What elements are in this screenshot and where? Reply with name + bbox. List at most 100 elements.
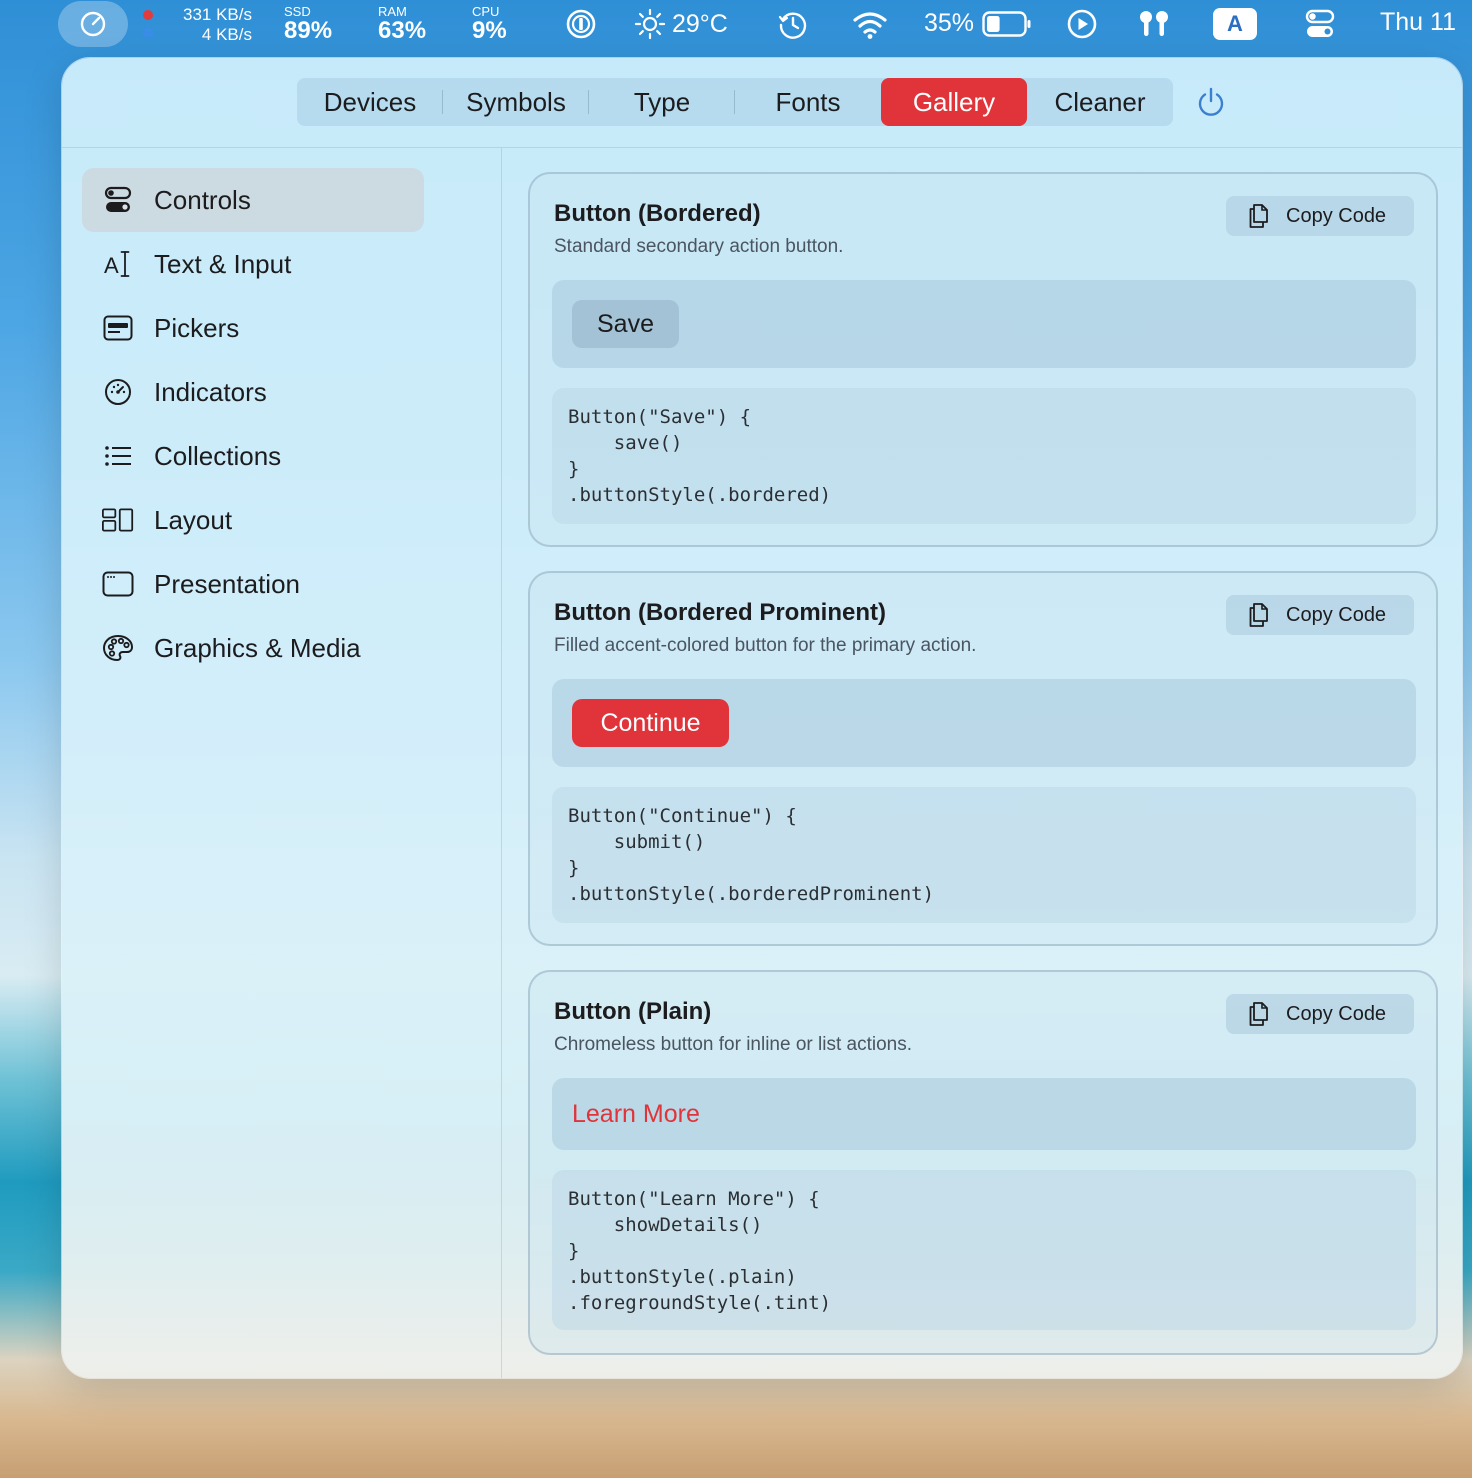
- ram-stat[interactable]: RAM 63%: [378, 5, 426, 43]
- sidebar-item-graphics-media[interactable]: Graphics & Media: [82, 616, 424, 680]
- sidebar-item-label: Indicators: [154, 376, 267, 407]
- battery-percent: 35%: [924, 9, 975, 37]
- ssd-value: 89%: [284, 17, 333, 44]
- sidebar-item-presentation[interactable]: Presentation: [82, 552, 424, 616]
- tab-label: Gallery: [912, 86, 996, 117]
- card-title: Button (Plain): [554, 998, 712, 1025]
- text-cursor-icon: A: [102, 248, 134, 280]
- network-stats[interactable]: 331 KB/s 4 KB/s: [160, 5, 252, 45]
- airpods-icon: [1140, 11, 1168, 36]
- window-icon: [102, 568, 134, 600]
- code-line: save(): [568, 432, 683, 454]
- code-line: Button("Save") {: [568, 406, 752, 428]
- battery-menu[interactable]: 35%: [924, 9, 1032, 38]
- code-line: .buttonStyle(.borderedProminent): [568, 883, 935, 905]
- sidebar-item-label: Collections: [154, 440, 282, 471]
- code-line: }: [568, 458, 580, 480]
- copy-code-label: Copy Code: [1286, 204, 1387, 227]
- card-description: Standard secondary action button.: [554, 236, 844, 257]
- sidebar-item-text-input[interactable]: A Text & Input: [82, 232, 424, 296]
- layout-icon: [102, 504, 134, 536]
- sidebar-item-layout[interactable]: Layout: [82, 488, 424, 552]
- tab-symbols[interactable]: Symbols: [443, 78, 589, 126]
- cpu-stat[interactable]: CPU 9%: [472, 5, 507, 43]
- sun-icon: [634, 8, 666, 40]
- demo-learn-more-button[interactable]: Learn More: [572, 1090, 700, 1138]
- download-indicator-dot: [143, 28, 153, 38]
- copy-code-label: Copy Code: [1286, 603, 1387, 626]
- ssd-stat[interactable]: SSD 89%: [284, 5, 332, 43]
- code-block: Button("Continue") { submit() } .buttonS…: [552, 787, 1416, 923]
- code-block: Button("Save") { save() } .buttonStyle(.…: [552, 388, 1416, 524]
- code-line: .foregroundStyle(.tint): [568, 1292, 832, 1314]
- code-line: .buttonStyle(.plain): [568, 1266, 797, 1288]
- copy-code-button[interactable]: Copy Code: [1226, 994, 1414, 1034]
- input-source-label: A: [1227, 11, 1243, 36]
- battery-icon: [982, 10, 1031, 37]
- network-down: 4 KB/s: [201, 25, 252, 44]
- preview-area: Learn More: [552, 1078, 1416, 1150]
- gauge-menu-icon[interactable]: [58, 1, 128, 47]
- sidebar-item-label: Controls: [154, 184, 251, 215]
- airpods-menu[interactable]: [1136, 8, 1172, 40]
- tab-gallery[interactable]: Gallery: [881, 78, 1027, 126]
- copy-code-button[interactable]: Copy Code: [1226, 196, 1414, 236]
- example-card-bordered: Button (Bordered) Standard secondary act…: [528, 172, 1438, 547]
- tab-fonts[interactable]: Fonts: [735, 78, 881, 126]
- code-block: Button("Learn More") { showDetails() } .…: [552, 1170, 1416, 1330]
- cpu-value: 9%: [472, 17, 507, 44]
- palette-icon: [102, 632, 134, 664]
- list-icon: [102, 440, 134, 472]
- upload-indicator-dot: [143, 10, 153, 20]
- demo-save-button[interactable]: Save: [572, 300, 679, 348]
- code-line: showDetails(): [568, 1214, 763, 1236]
- weather-menu[interactable]: 29°C: [634, 8, 728, 40]
- sidebar: Controls A Text & Input Pickers Indicato…: [62, 148, 502, 1378]
- tab-devices[interactable]: Devices: [297, 78, 443, 126]
- card-description: Chromeless button for inline or list act…: [554, 1034, 912, 1055]
- sidebar-item-pickers[interactable]: Pickers: [82, 296, 424, 360]
- network-up: 331 KB/s: [183, 5, 252, 24]
- sidebar-item-controls[interactable]: Controls: [82, 168, 424, 232]
- tab-label: Devices: [323, 86, 417, 117]
- copy-document-icon: [1249, 603, 1268, 627]
- weather-temp: 29°C: [672, 9, 728, 38]
- speedometer-icon: [80, 11, 106, 37]
- code-line: submit(): [568, 831, 706, 853]
- code-line: }: [568, 1240, 580, 1262]
- control-center-icon: [1305, 9, 1335, 37]
- copy-document-icon: [1249, 204, 1268, 228]
- toolbar: Devices Symbols Type Fonts Gallery Clean…: [62, 58, 1462, 148]
- wifi-menu[interactable]: [852, 10, 888, 40]
- tab-cleaner[interactable]: Cleaner: [1027, 78, 1173, 126]
- clock[interactable]: Thu 11: [1380, 8, 1456, 37]
- tab-label: Cleaner: [1054, 86, 1146, 117]
- preview-area: Save: [552, 280, 1416, 368]
- demo-continue-button[interactable]: Continue: [572, 699, 729, 747]
- tab-type[interactable]: Type: [589, 78, 735, 126]
- code-line: Button("Continue") {: [568, 805, 797, 827]
- svg-text:A: A: [104, 253, 119, 278]
- menu-bar: 331 KB/s 4 KB/s SSD 89% RAM 63% CPU 9% 2: [0, 0, 1472, 50]
- pause-circle-icon: [566, 9, 596, 39]
- control-center-menu[interactable]: [1304, 8, 1336, 40]
- power-icon: [1198, 87, 1224, 116]
- input-source-menu[interactable]: A: [1213, 8, 1257, 40]
- code-line: }: [568, 857, 580, 879]
- play-circle-icon: [1067, 9, 1097, 39]
- time-machine-menu[interactable]: [777, 9, 809, 41]
- now-playing-menu[interactable]: [1066, 8, 1098, 40]
- toggles-icon: [102, 184, 134, 216]
- sidebar-item-collections[interactable]: Collections: [82, 424, 424, 488]
- sidebar-item-indicators[interactable]: Indicators: [82, 360, 424, 424]
- power-button[interactable]: [1195, 86, 1227, 118]
- app-menu-icon[interactable]: [565, 8, 597, 40]
- sidebar-item-label: Graphics & Media: [154, 632, 361, 663]
- app-window: Devices Symbols Type Fonts Gallery Clean…: [62, 58, 1462, 1378]
- sidebar-item-label: Pickers: [154, 312, 240, 343]
- tab-bar: Devices Symbols Type Fonts Gallery Clean…: [297, 78, 1173, 126]
- ram-value: 63%: [378, 17, 427, 44]
- copy-code-button[interactable]: Copy Code: [1226, 595, 1414, 635]
- copy-code-label: Copy Code: [1286, 1002, 1387, 1025]
- code-line: Button("Learn More") {: [568, 1188, 820, 1210]
